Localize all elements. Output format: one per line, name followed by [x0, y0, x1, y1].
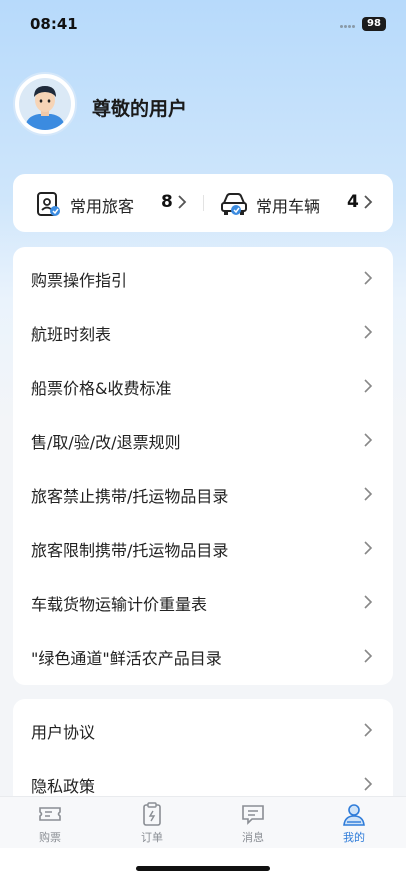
chevron-right-icon [364, 271, 373, 285]
menu-item-fare-standards[interactable]: 船票价格&收费标准 [13, 358, 393, 412]
menu-item-label: 用户协议 [31, 723, 96, 742]
menu-item-user-agreement[interactable]: 用户协议 [13, 702, 393, 756]
chevron-right-icon [364, 595, 373, 609]
user-avatar-icon [19, 78, 71, 130]
tab-label: 购票 [39, 831, 61, 844]
avatar[interactable] [13, 72, 77, 136]
menu-item-ticket-guide[interactable]: 购票操作指引 [13, 250, 393, 304]
frequent-passengers-count: 8 [161, 192, 173, 212]
menu-item-label: 隐私政策 [31, 777, 96, 796]
tab-label: 我的 [343, 831, 365, 844]
menu-item-label: 购票操作指引 [31, 271, 128, 290]
menu-item-schedule[interactable]: 航班时刻表 [13, 304, 393, 358]
username: 尊敬的用户 [92, 98, 188, 120]
chevron-right-icon [364, 723, 373, 737]
signal-icon [340, 25, 358, 29]
bottom-tab-bar: 购票 订单 消息 我的 [0, 796, 406, 849]
menu-item-label: 车载货物运输计价重量表 [31, 595, 208, 614]
chevron-right-icon [364, 487, 373, 501]
chevron-right-icon [364, 541, 373, 555]
tab-buy-ticket[interactable]: 购票 [20, 797, 80, 849]
chevron-right-icon [364, 325, 373, 339]
menu-item-label: 旅客禁止携带/托运物品目录 [31, 487, 229, 506]
menu-item-label: 售/取/验/改/退票规则 [31, 433, 181, 452]
status-time: 08:41 [30, 15, 78, 33]
menu-item-ticket-rules[interactable]: 售/取/验/改/退票规则 [13, 412, 393, 466]
frequent-contacts-card: 常用旅客 8 常用车辆 4 [13, 174, 393, 232]
chevron-right-icon [364, 777, 373, 791]
menu-item-prohibited-items[interactable]: 旅客禁止携带/托运物品目录 [13, 466, 393, 520]
passenger-id-icon [35, 191, 61, 217]
menu-item-restricted-items[interactable]: 旅客限制携带/托运物品目录 [13, 520, 393, 574]
menu-item-label: 船票价格&收费标准 [31, 379, 172, 398]
status-bar: 08:41 98 [0, 0, 406, 50]
profile-icon [343, 804, 365, 826]
battery-icon: 98 [362, 17, 386, 31]
frequent-passengers-button[interactable]: 常用旅客 8 [13, 174, 203, 232]
frequent-vehicles-label: 常用车辆 [256, 197, 321, 216]
car-icon [220, 191, 247, 217]
tab-messages[interactable]: 消息 [223, 797, 283, 849]
menu-item-green-channel[interactable]: "绿色通道"鲜活农产品目录 [13, 628, 393, 682]
frequent-vehicles-count: 4 [347, 192, 359, 212]
frequent-vehicles-button[interactable]: 常用车辆 4 [204, 174, 393, 232]
menu-item-label: "绿色通道"鲜活农产品目录 [31, 649, 222, 668]
home-indicator[interactable] [136, 866, 270, 871]
home-indicator-area [0, 848, 406, 883]
info-menu-list: 购票操作指引 航班时刻表 船票价格&收费标准 售/取/验/改/退票规则 旅客禁止… [13, 247, 393, 685]
frequent-passengers-label: 常用旅客 [70, 197, 135, 216]
menu-item-cargo-weight-table[interactable]: 车载货物运输计价重量表 [13, 574, 393, 628]
menu-item-label: 旅客限制携带/托运物品目录 [31, 541, 229, 560]
message-icon [242, 805, 264, 825]
ticket-icon [39, 807, 61, 821]
legal-menu-list: 用户协议 隐私政策 [13, 699, 393, 809]
tab-label: 消息 [242, 831, 264, 844]
order-clipboard-icon [143, 802, 161, 826]
chevron-right-icon [364, 433, 373, 447]
chevron-right-icon [364, 379, 373, 393]
chevron-right-icon [364, 649, 373, 663]
tab-mine[interactable]: 我的 [324, 797, 384, 849]
menu-item-label: 航班时刻表 [31, 325, 112, 344]
chevron-right-icon [178, 195, 187, 209]
tab-orders[interactable]: 订单 [122, 797, 182, 849]
chevron-right-icon [364, 195, 373, 209]
tab-label: 订单 [141, 831, 163, 844]
profile-header[interactable]: 尊敬的用户 [13, 72, 393, 142]
